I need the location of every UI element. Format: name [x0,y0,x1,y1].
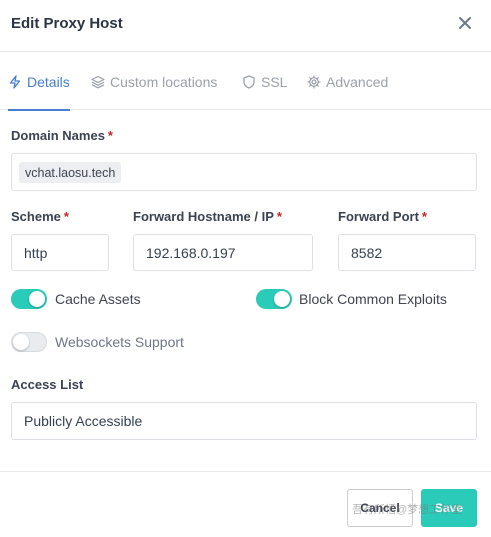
cache-assets-toggle[interactable] [11,289,47,309]
label-text: Domain Names [11,128,105,143]
shield-icon [243,74,255,89]
forward-hostname-label: Forward Hostname / IP * [133,209,282,224]
required-mark: * [276,209,282,224]
gear-icon [307,74,321,89]
tab-custom-locations[interactable]: Custom locations [91,53,217,110]
access-list-label: Access List [11,377,84,392]
tab-label: Advanced [326,73,389,90]
layers-icon [91,75,105,88]
tab-details[interactable]: Details [8,53,70,111]
toggle-knob [29,291,45,307]
block-exploits-label: Block Common Exploits [299,291,447,307]
required-mark: * [63,209,69,224]
dialog-title: Edit Proxy Host [11,15,123,32]
websockets-toggle[interactable] [11,332,47,352]
tab-bar: Details Custom locations SSL Advanced [0,53,491,111]
dialog-footer [0,471,491,537]
domain-chip[interactable]: vchat.laosu.tech [19,162,122,183]
forward-hostname-input[interactable]: 192.168.0.197 [133,234,313,271]
tab-label: SSL [261,73,288,90]
toggle-knob [274,291,290,307]
label-text: Forward Port [338,209,419,224]
cache-assets-label: Cache Assets [55,291,141,307]
domain-names-label: Domain Names * [11,128,113,143]
forward-port-input[interactable]: 8582 [338,234,476,271]
tab-ssl[interactable]: SSL [242,53,287,110]
dialog-header: Edit Proxy Host [0,0,491,52]
tab-label: Custom locations [110,73,218,90]
required-mark: * [107,128,113,143]
websockets-label: Websockets Support [55,334,184,350]
edit-proxy-host-dialog: Edit Proxy Host Details Custom locations… [0,0,491,537]
tab-label: Details [27,73,70,90]
scheme-input[interactable]: http [11,234,109,271]
forward-port-label: Forward Port * [338,209,427,224]
close-icon[interactable] [456,14,474,32]
cancel-button[interactable]: Cancel [347,489,413,527]
required-mark: * [421,209,427,224]
toggle-knob [13,334,29,350]
label-text: Scheme [11,209,61,224]
block-exploits-toggle[interactable] [256,289,292,309]
save-button[interactable]: Save [421,489,477,527]
bolt-icon [9,74,21,89]
tab-advanced[interactable]: Advanced [307,53,388,110]
access-list-select[interactable]: Publicly Accessible [11,402,477,440]
label-text: Forward Hostname / IP [133,209,274,224]
scheme-label: Scheme * [11,209,69,224]
